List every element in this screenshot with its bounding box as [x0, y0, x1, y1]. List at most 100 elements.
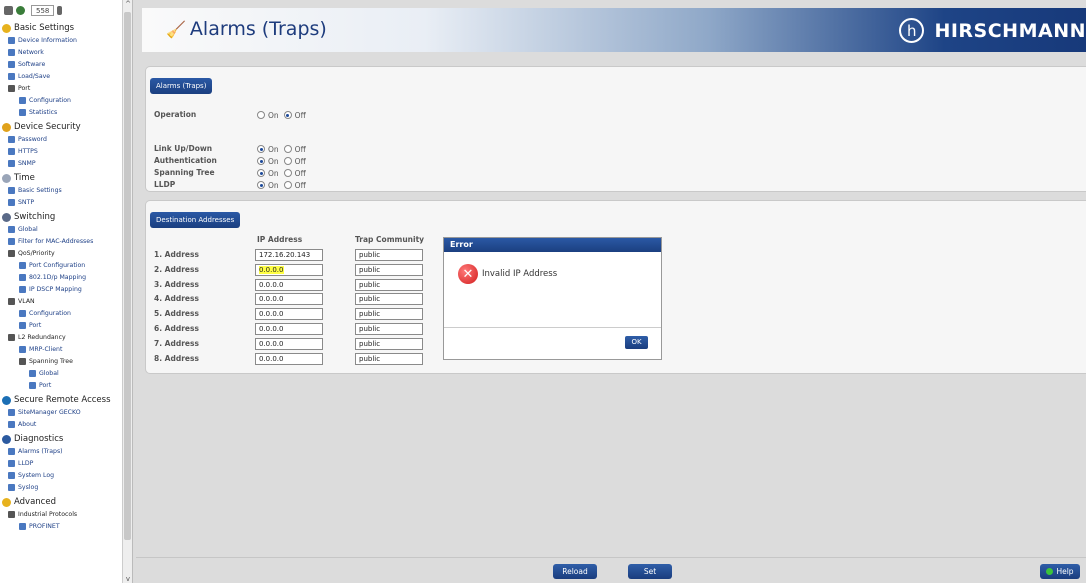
nav-group[interactable]: Time [0, 172, 122, 184]
nav-item[interactable]: L2 Redundancy [0, 331, 122, 343]
nav-group[interactable]: Secure Remote Access [0, 394, 122, 406]
nav-item[interactable]: Filter for MAC-Addresses [0, 235, 122, 247]
radio-on[interactable] [257, 157, 265, 165]
radio-off[interactable] [283, 111, 292, 119]
ip-address-input[interactable]: 0.0.0.0 [255, 308, 323, 321]
trap-community-input[interactable]: public [355, 352, 423, 365]
ip-address-input[interactable]: 0.0.0.0 [255, 293, 323, 306]
scroll-up-icon[interactable]: ^ [123, 0, 132, 8]
nav-item[interactable]: Basic Settings [0, 184, 122, 196]
nav-item[interactable]: HTTPS [0, 145, 122, 157]
nav-item-label: SNMP [18, 159, 36, 167]
nav-item[interactable]: Global [0, 223, 122, 235]
nav-item[interactable]: Software [0, 58, 122, 70]
nav-group-label: Diagnostics [14, 434, 64, 444]
info-icon [8, 36, 15, 44]
nav-item[interactable]: Password [0, 133, 122, 145]
radio-on-label: On [268, 110, 279, 120]
ok-button[interactable]: OK [625, 336, 648, 349]
nav-item[interactable]: PROFINET [0, 520, 122, 532]
nav-item[interactable]: QoS/Priority [0, 247, 122, 259]
nav-group[interactable]: Device Security [0, 121, 122, 133]
nav-item[interactable]: VLAN [0, 295, 122, 307]
settings-icon[interactable] [16, 5, 25, 15]
scroll-down-icon[interactable]: v [123, 575, 132, 583]
nav-item[interactable]: Port [0, 319, 122, 331]
nav-item[interactable]: Global [0, 367, 122, 379]
flag-icon[interactable] [57, 5, 63, 15]
trap-community-input[interactable]: public [355, 308, 423, 321]
alarm-setting-label: LLDP [154, 180, 176, 189]
nav-item[interactable]: SNMP [0, 157, 122, 169]
radio-off[interactable] [283, 181, 292, 189]
nav-item[interactable]: 802.1D/p Mapping [0, 271, 122, 283]
trap-community-input[interactable]: public [355, 293, 423, 306]
nav-group[interactable]: Basic Settings [0, 22, 122, 34]
radio-off[interactable] [283, 169, 292, 177]
scroll-thumb[interactable] [124, 12, 131, 540]
refresh-icon[interactable] [4, 5, 13, 15]
nav-item[interactable]: Industrial Protocols [0, 508, 122, 520]
trap-community-input[interactable]: public [355, 337, 423, 350]
nav-item[interactable]: IP DSCP Mapping [0, 283, 122, 295]
nav-item[interactable]: SNTP [0, 196, 122, 208]
ip-address-input[interactable]: 0.0.0.0 [255, 263, 323, 276]
nav-item[interactable]: Port [0, 82, 122, 94]
nav-item[interactable]: Port Configuration [0, 259, 122, 271]
nav-item[interactable]: Syslog [0, 481, 122, 493]
nav-item[interactable]: MRP-Client [0, 343, 122, 355]
nav-item[interactable]: Configuration [0, 307, 122, 319]
nav-item[interactable]: Alarms (Traps) [0, 445, 122, 457]
trap-community-input[interactable]: public [355, 323, 423, 335]
nav-item[interactable]: About [0, 418, 122, 430]
address-label: 2. Address [154, 264, 199, 274]
nav-group[interactable]: Switching [0, 211, 122, 223]
nav-item[interactable]: Configuration [0, 94, 122, 106]
nav-item[interactable]: Load/Save [0, 70, 122, 82]
set-button[interactable]: Set [628, 564, 672, 579]
nav-group-label: Device Security [14, 122, 81, 132]
trap-community-input[interactable]: public [355, 278, 423, 291]
nav-item-label: SNTP [18, 198, 35, 206]
help-button[interactable]: Help [1040, 564, 1080, 579]
clock-icon [2, 173, 11, 183]
nav-item[interactable]: Statistics [0, 106, 122, 118]
nav-item-label: Syslog [18, 483, 39, 491]
nav-item[interactable]: LLDP [0, 457, 122, 469]
nav-group[interactable]: Advanced [0, 496, 122, 508]
nav-item[interactable]: System Log [0, 469, 122, 481]
trap-community-input[interactable]: public [355, 249, 423, 261]
radio-on[interactable] [257, 145, 265, 153]
nav-item[interactable]: Spanning Tree [0, 355, 122, 367]
nav-item-label: Port [39, 381, 52, 389]
address-label: 5. Address [154, 309, 199, 319]
ip-address-input[interactable]: 0.0.0.0 [255, 352, 323, 365]
address-label: 4. Address [154, 294, 199, 304]
nav-item[interactable]: SiteManager GECKO [0, 406, 122, 418]
radio-off[interactable] [283, 145, 292, 153]
radio-off-label: Off [294, 168, 306, 178]
nav-group[interactable]: Diagnostics [0, 433, 122, 445]
error-message-text: Invalid IP Address [482, 269, 558, 279]
error-dialog: Error ✕ Invalid IP Address OK [443, 237, 662, 360]
nav-item[interactable]: Device Information [0, 34, 122, 46]
port-icon [19, 96, 26, 104]
nav-item[interactable]: Port [0, 379, 122, 391]
ip-address-input[interactable]: 0.0.0.0 [255, 323, 323, 335]
reload-button[interactable]: Reload [553, 564, 597, 579]
ip-address-input[interactable]: 0.0.0.0 [255, 337, 323, 350]
alarm-setting-label: Spanning Tree [154, 168, 215, 177]
nav-item[interactable]: Network [0, 46, 122, 58]
radio-on[interactable] [257, 111, 265, 119]
ip-address-input[interactable]: 0.0.0.0 [255, 278, 323, 291]
sidebar-scrollbar[interactable]: ^ v [122, 0, 132, 583]
trap-community-input[interactable]: public [355, 263, 423, 276]
radio-off[interactable] [283, 157, 292, 165]
ip-address-input[interactable]: 172.16.20.143 [255, 249, 323, 261]
dialog-divider [444, 327, 661, 328]
radio-on[interactable] [257, 181, 265, 189]
save-icon [8, 72, 15, 80]
radio-off-label: Off [294, 110, 306, 120]
diagnostics-icon [2, 434, 11, 444]
radio-on[interactable] [257, 169, 265, 177]
